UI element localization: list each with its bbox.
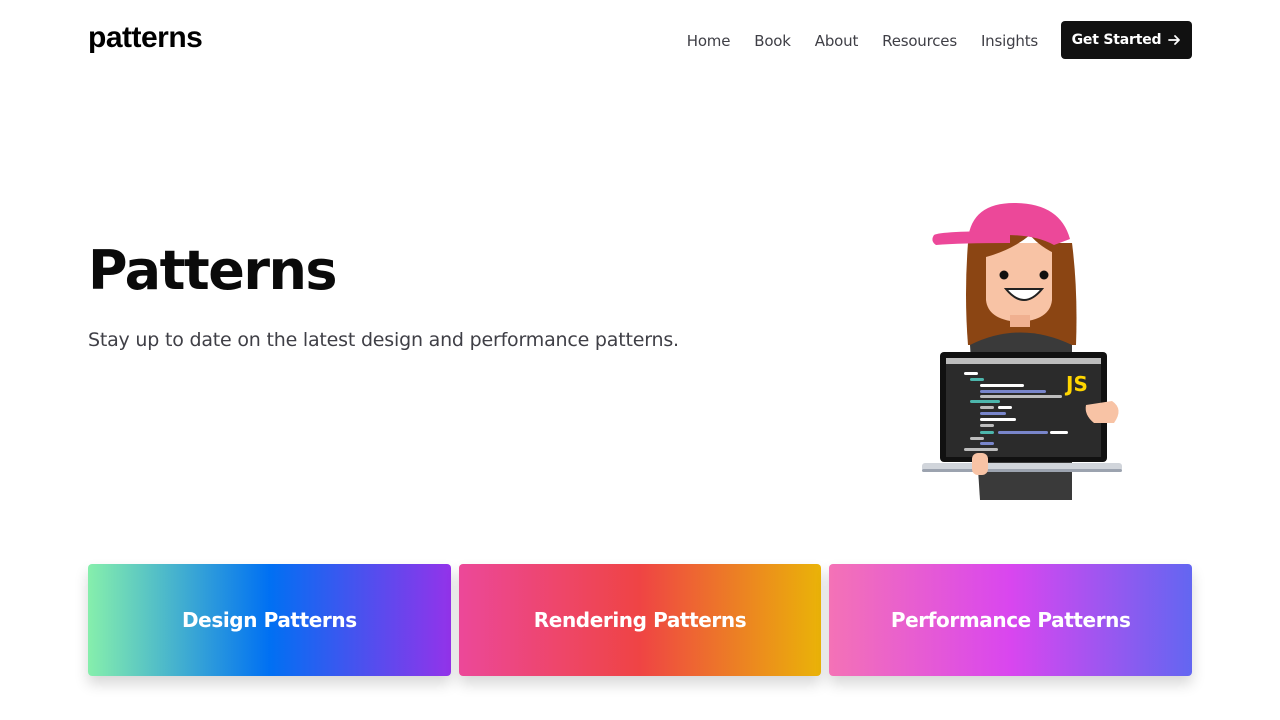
developer-illustration: JS <box>900 195 1140 505</box>
page-subtitle: Stay up to date on the latest design and… <box>88 329 679 351</box>
main-nav: Home Book About Resources Insights <box>687 29 1038 53</box>
performance-patterns-card[interactable]: Performance Patterns <box>829 564 1193 676</box>
design-patterns-label: Design Patterns <box>181 608 357 632</box>
performance-patterns-label: Performance Patterns <box>890 608 1131 632</box>
design-patterns-card[interactable]: Design Patterns <box>88 564 451 676</box>
get-started-label: Get Started <box>1071 32 1162 48</box>
nav-book[interactable]: Book <box>754 29 791 53</box>
js-badge: JS <box>1064 372 1088 396</box>
get-started-button[interactable]: Get Started <box>1061 21 1192 59</box>
rendering-patterns-card[interactable]: Rendering Patterns <box>458 564 822 676</box>
arrow-right-icon <box>1167 33 1181 47</box>
nav-resources[interactable]: Resources <box>882 29 957 53</box>
nav-about[interactable]: About <box>815 29 859 53</box>
page-title: Patterns <box>88 239 338 302</box>
nav-insights[interactable]: Insights <box>981 29 1038 53</box>
site-header: patterns Home Book About Resources Insig… <box>0 0 1280 84</box>
site-logo[interactable]: patterns <box>88 20 203 56</box>
nav-home[interactable]: Home <box>687 29 731 53</box>
pattern-cards: Design Patterns Rendering Patterns Perfo… <box>88 564 1193 676</box>
rendering-patterns-label: Rendering Patterns <box>533 608 747 632</box>
